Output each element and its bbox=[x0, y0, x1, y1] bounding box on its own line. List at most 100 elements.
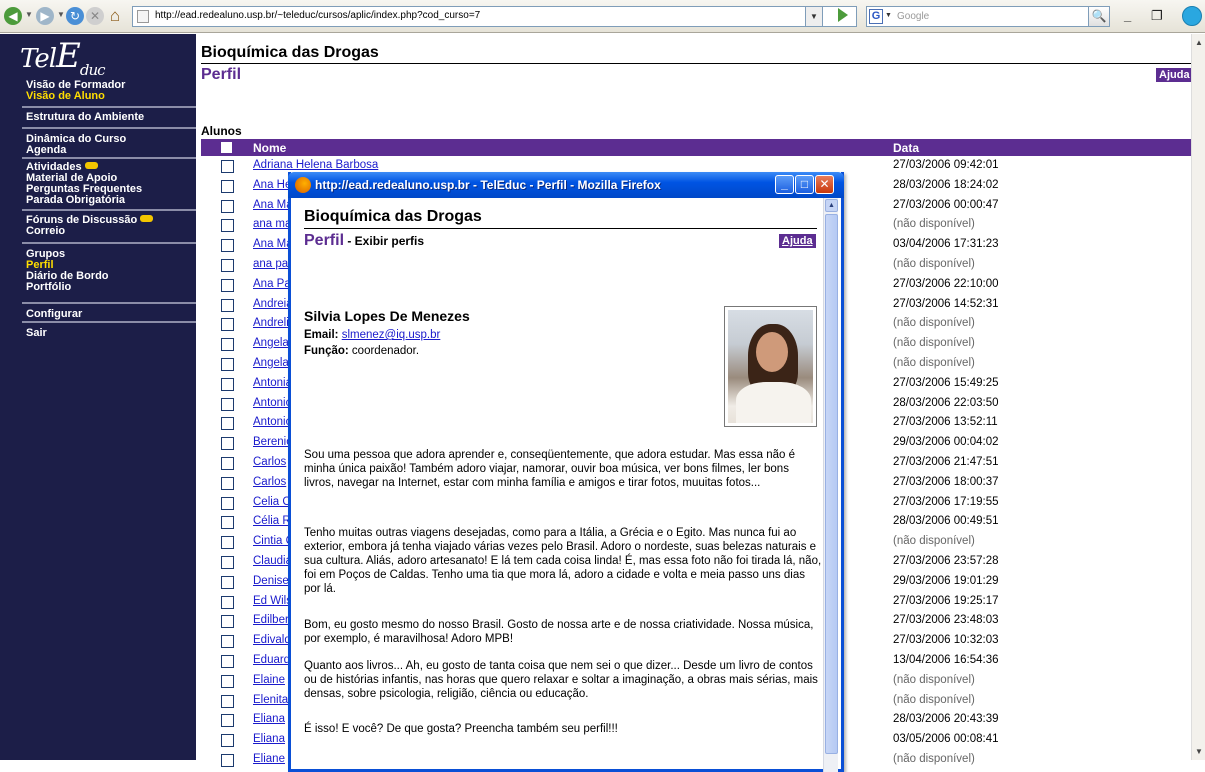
student-name-link[interactable]: Ana Ma bbox=[253, 199, 293, 211]
student-name-link[interactable]: Berenio bbox=[253, 436, 293, 448]
scroll-up-icon[interactable]: ▲ bbox=[1195, 38, 1203, 47]
close-button[interactable]: ✕ bbox=[815, 175, 834, 194]
student-name-link[interactable]: Ana Ma bbox=[253, 238, 293, 250]
student-name-link[interactable]: Eliana bbox=[253, 713, 285, 725]
student-name-link[interactable]: Ed Wils bbox=[253, 595, 292, 607]
back-arrow-icon[interactable]: ◀ bbox=[4, 7, 22, 25]
row-checkbox[interactable] bbox=[221, 615, 234, 629]
student-name-link[interactable]: Elaine bbox=[253, 674, 285, 686]
popup-scroll-up-icon[interactable]: ▲ bbox=[825, 199, 838, 212]
sidebar-item[interactable]: Portfólio bbox=[26, 282, 109, 293]
row-checkbox[interactable] bbox=[221, 575, 234, 589]
row-checkbox[interactable] bbox=[221, 318, 234, 332]
popup-titlebar[interactable]: http://ead.redealuno.usp.br - TelEduc - … bbox=[288, 172, 844, 198]
student-name-link[interactable]: Denise bbox=[253, 575, 289, 587]
maximize-button[interactable]: □ bbox=[795, 175, 814, 194]
student-name-link[interactable]: Edilber bbox=[253, 614, 289, 626]
sidebar-item[interactable]: Configurar bbox=[26, 309, 82, 320]
scroll-down-icon[interactable]: ▼ bbox=[1195, 747, 1203, 756]
sidebar-item[interactable]: Visão de Aluno bbox=[26, 91, 125, 102]
page-scrollbar[interactable]: ▲ ▼ bbox=[1191, 34, 1205, 760]
row-checkbox[interactable] bbox=[221, 258, 234, 272]
row-checkbox[interactable] bbox=[221, 417, 234, 431]
student-name-link[interactable]: Adriana Helena Barbosa bbox=[253, 159, 378, 171]
home-icon[interactable]: ⌂ bbox=[105, 6, 125, 26]
address-dropdown-icon[interactable]: ▼ bbox=[805, 6, 823, 27]
row-checkbox[interactable] bbox=[221, 654, 234, 668]
row-checkbox[interactable] bbox=[221, 714, 234, 728]
row-checkbox[interactable] bbox=[221, 694, 234, 708]
student-name-link[interactable]: Eliana bbox=[253, 733, 285, 745]
student-name-link[interactable]: Carlos bbox=[253, 476, 286, 488]
go-arrow-icon[interactable] bbox=[838, 8, 848, 22]
row-checkbox[interactable] bbox=[221, 179, 234, 193]
stop-icon[interactable]: ✕ bbox=[86, 7, 104, 25]
row-checkbox[interactable] bbox=[221, 476, 234, 490]
row-checkbox[interactable] bbox=[221, 199, 234, 213]
row-checkbox[interactable] bbox=[221, 338, 234, 352]
row-checkbox[interactable] bbox=[221, 753, 234, 767]
row-checkbox[interactable] bbox=[221, 456, 234, 470]
sidebar-item[interactable]: Sair bbox=[26, 328, 47, 339]
row-checkbox[interactable] bbox=[221, 219, 234, 233]
sidebar-item[interactable]: Correio bbox=[26, 226, 153, 237]
row-checkbox[interactable] bbox=[221, 734, 234, 748]
email-link[interactable]: slmenez@iq.usp.br bbox=[342, 329, 441, 341]
student-name-link[interactable]: Antonia bbox=[253, 377, 292, 389]
student-name-link[interactable]: Elenita bbox=[253, 694, 288, 706]
sidebar-item[interactable]: Estrutura do Ambiente bbox=[26, 112, 144, 123]
back-dropdown-icon[interactable]: ▼ bbox=[25, 10, 33, 19]
row-checkbox[interactable] bbox=[221, 160, 234, 173]
google-icon[interactable]: G bbox=[869, 9, 883, 24]
student-name-link[interactable]: ana ma bbox=[253, 218, 291, 230]
reload-icon[interactable]: ↻ bbox=[66, 7, 84, 25]
row-checkbox[interactable] bbox=[221, 298, 234, 312]
row-checkbox[interactable] bbox=[221, 496, 234, 510]
student-name-link[interactable]: Antonio bbox=[253, 416, 292, 428]
address-bar-url[interactable]: http://ead.redealuno.usp.br/~teleduc/cur… bbox=[155, 10, 480, 21]
row-checkbox[interactable] bbox=[221, 595, 234, 609]
student-name-link[interactable]: Angela bbox=[253, 357, 289, 369]
student-name-link[interactable]: Antonio bbox=[253, 397, 292, 409]
student-name-link[interactable]: Eduard bbox=[253, 654, 290, 666]
search-engine-dropdown-icon[interactable]: ▼ bbox=[885, 12, 892, 19]
row-checkbox[interactable] bbox=[221, 357, 234, 371]
row-checkbox[interactable] bbox=[221, 239, 234, 253]
student-name-link[interactable]: Carlos bbox=[253, 456, 286, 468]
forward-dropdown-icon[interactable]: ▼ bbox=[57, 10, 65, 19]
popup-help-button[interactable]: Ajuda bbox=[779, 234, 816, 248]
student-name-link[interactable]: Ana He bbox=[253, 179, 291, 191]
row-checkbox[interactable] bbox=[221, 536, 234, 550]
row-checkbox[interactable] bbox=[221, 516, 234, 530]
row-checkbox[interactable] bbox=[221, 674, 234, 688]
popup-scroll-thumb[interactable] bbox=[825, 214, 838, 754]
student-name-link[interactable]: Andreia bbox=[253, 298, 293, 310]
search-box[interactable]: G ▼ Google bbox=[866, 6, 1092, 27]
help-button[interactable]: Ajuda bbox=[1156, 68, 1193, 82]
student-name-link[interactable]: Célia R bbox=[253, 515, 291, 527]
search-magnifier-icon[interactable]: 🔍 bbox=[1088, 6, 1110, 27]
student-name-link[interactable]: Andreli bbox=[253, 317, 289, 329]
row-checkbox[interactable] bbox=[221, 635, 234, 649]
address-bar[interactable]: http://ead.redealuno.usp.br/~teleduc/cur… bbox=[132, 6, 857, 27]
student-name-link[interactable]: Ana Pa bbox=[253, 278, 291, 290]
row-checkbox[interactable] bbox=[221, 397, 234, 411]
row-checkbox[interactable] bbox=[221, 278, 234, 292]
row-checkbox[interactable] bbox=[221, 555, 234, 569]
sidebar-item[interactable]: Parada Obrigatória bbox=[26, 195, 142, 206]
student-name-link[interactable]: Edivald bbox=[253, 634, 291, 646]
student-name-link[interactable]: Eliane bbox=[253, 753, 285, 765]
select-all-checkbox[interactable] bbox=[221, 142, 232, 153]
forward-arrow-icon[interactable]: ▶ bbox=[36, 7, 54, 25]
row-checkbox[interactable] bbox=[221, 437, 234, 451]
sidebar-item[interactable]: Agenda bbox=[26, 145, 126, 156]
student-name-link[interactable]: Claudia bbox=[253, 555, 292, 567]
row-checkbox[interactable] bbox=[221, 377, 234, 391]
student-name-link[interactable]: Celia C bbox=[253, 496, 291, 508]
minimize-button[interactable]: _ bbox=[775, 175, 794, 194]
popup-scrollbar[interactable]: ▲ bbox=[823, 198, 838, 772]
student-name-link[interactable]: Angela bbox=[253, 337, 289, 349]
skype-icon[interactable] bbox=[1182, 6, 1202, 26]
search-input[interactable]: Google bbox=[897, 11, 929, 22]
student-name-link[interactable]: ana pa bbox=[253, 258, 288, 270]
